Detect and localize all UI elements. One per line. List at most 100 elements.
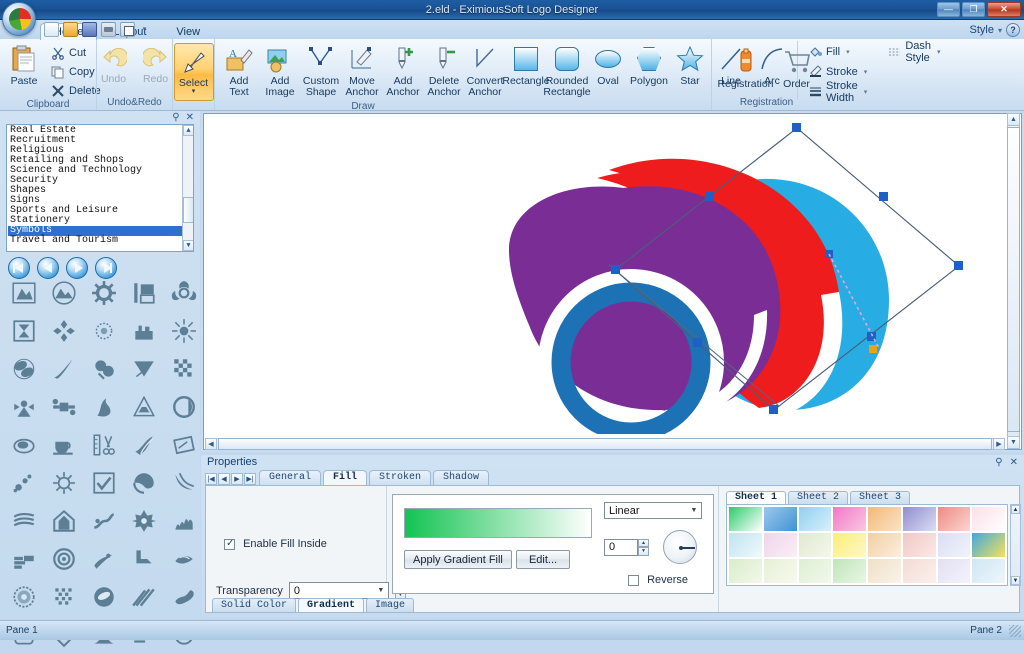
symbol-item[interactable]: [164, 388, 204, 426]
symbol-item[interactable]: [164, 426, 204, 464]
select-tool-button[interactable]: Select ▾: [173, 43, 214, 101]
palette-scrollbar[interactable]: ▲ ▼: [1010, 504, 1021, 586]
tab-solid-color[interactable]: Solid Color: [212, 598, 297, 612]
stroke-width-caret-icon[interactable]: ▾: [864, 88, 868, 96]
symbol-item[interactable]: [4, 312, 44, 350]
symbol-grid[interactable]: [0, 271, 200, 648]
next-record-button[interactable]: ▶: [231, 473, 243, 485]
symbol-item[interactable]: [4, 578, 44, 616]
symbol-item[interactable]: [44, 350, 84, 388]
maximize-button[interactable]: ❐: [962, 2, 985, 17]
color-swatch[interactable]: [902, 507, 936, 531]
add-text-button[interactable]: A Add Text: [219, 41, 259, 101]
dash-style-caret-icon[interactable]: ▾: [937, 48, 941, 56]
symbol-item[interactable]: [44, 388, 84, 426]
symbol-item[interactable]: [124, 464, 164, 502]
rectangle-button[interactable]: Rectangle: [502, 41, 550, 90]
first-record-button[interactable]: |◀: [205, 473, 217, 485]
symbol-item[interactable]: [124, 578, 164, 616]
tab-sheet-2[interactable]: Sheet 2: [788, 491, 849, 504]
canvas-horizontal-scrollbar[interactable]: ◀ ▶: [205, 438, 1005, 450]
tab-sheet-1[interactable]: Sheet 1: [726, 491, 787, 504]
symbol-item[interactable]: [44, 502, 84, 540]
color-swatch[interactable]: [902, 533, 936, 557]
color-swatch[interactable]: [868, 559, 901, 583]
symbol-item[interactable]: [164, 502, 204, 540]
scroll-down-icon[interactable]: ▼: [183, 240, 193, 251]
symbol-item[interactable]: [4, 502, 44, 540]
color-swatch[interactable]: [937, 507, 971, 531]
drawing-canvas[interactable]: [203, 113, 1022, 450]
print-preview-icon[interactable]: [120, 22, 135, 37]
symbol-item[interactable]: [84, 464, 124, 502]
tab-fill[interactable]: Fill: [323, 470, 368, 485]
color-swatch-grid[interactable]: [726, 504, 1008, 586]
color-swatch[interactable]: [763, 507, 797, 531]
color-swatch[interactable]: [902, 559, 936, 583]
undo-button[interactable]: Undo: [94, 45, 134, 88]
symbol-item[interactable]: [4, 540, 44, 578]
color-swatch[interactable]: [798, 533, 832, 557]
color-swatch[interactable]: [868, 533, 901, 557]
oval-button[interactable]: Oval: [588, 41, 628, 90]
symbol-item[interactable]: [124, 312, 164, 350]
convert-anchor-button[interactable]: Convert Anchor: [465, 41, 505, 101]
symbol-item[interactable]: [84, 502, 124, 540]
symbol-item[interactable]: [44, 426, 84, 464]
chevron-down-icon[interactable]: ▼: [374, 587, 388, 594]
scroll-left-icon[interactable]: ◀: [205, 438, 217, 450]
hscroll-thumb[interactable]: [218, 438, 992, 450]
quick-access-more-button[interactable]: ▾: [139, 23, 150, 37]
color-swatch[interactable]: [729, 559, 762, 583]
close-button[interactable]: ✕: [987, 2, 1021, 17]
tab-view[interactable]: View: [162, 23, 214, 40]
symbol-item[interactable]: [124, 388, 164, 426]
tab-stroken[interactable]: Stroken: [369, 470, 432, 485]
symbol-item[interactable]: [84, 426, 124, 464]
fill-caret-icon[interactable]: ▾: [846, 48, 850, 56]
registration-button[interactable]: Registration: [717, 44, 775, 93]
application-orb-button[interactable]: [2, 2, 36, 36]
tab-gradient[interactable]: Gradient: [298, 598, 365, 612]
symbol-item[interactable]: [4, 426, 44, 464]
symbol-item[interactable]: [164, 540, 204, 578]
resize-grip-icon[interactable]: [1009, 625, 1021, 637]
select-caret[interactable]: ▾: [192, 88, 196, 95]
symbol-item[interactable]: [84, 350, 124, 388]
close-icon[interactable]: ✕: [1010, 457, 1018, 468]
symbol-item[interactable]: [164, 274, 204, 312]
symbol-item[interactable]: [84, 388, 124, 426]
canvas-vertical-scrollbar[interactable]: ▲ ▼: [1007, 113, 1020, 449]
scroll-right-icon[interactable]: ▶: [993, 438, 1005, 450]
polygon-button[interactable]: Polygon: [629, 41, 669, 90]
symbol-item[interactable]: [44, 578, 84, 616]
save-icon[interactable]: [82, 22, 97, 37]
scroll-up-icon[interactable]: ▲: [183, 125, 193, 136]
close-icon[interactable]: ✕: [186, 112, 194, 123]
star-button[interactable]: Star: [670, 41, 710, 90]
symbol-item[interactable]: [124, 426, 164, 464]
symbol-item[interactable]: [84, 274, 124, 312]
enable-fill-checkbox[interactable]: [224, 538, 235, 550]
last-record-button[interactable]: ▶|: [244, 473, 256, 485]
scroll-up-icon[interactable]: ▲: [1007, 113, 1020, 126]
color-swatch[interactable]: [798, 507, 832, 531]
scroll-up-icon[interactable]: ▲: [1011, 505, 1020, 514]
stroke-caret-icon[interactable]: ▾: [864, 68, 868, 76]
delete-anchor-button[interactable]: Delete Anchor: [424, 41, 464, 101]
color-swatch[interactable]: [833, 533, 866, 557]
color-swatch[interactable]: [798, 559, 832, 583]
gradient-angle-dial[interactable]: [663, 530, 697, 564]
chevron-down-icon[interactable]: ▾: [998, 26, 1002, 35]
color-swatch[interactable]: [763, 559, 797, 583]
color-swatch[interactable]: [937, 533, 971, 557]
color-swatch[interactable]: [972, 507, 1005, 531]
tab-shadow[interactable]: Shadow: [433, 470, 490, 485]
symbol-item[interactable]: [4, 274, 44, 312]
color-swatch[interactable]: [937, 559, 971, 583]
print-icon[interactable]: [101, 22, 116, 37]
tab-sheet-3[interactable]: Sheet 3: [850, 491, 911, 504]
symbol-item[interactable]: [4, 464, 44, 502]
logo-artwork[interactable]: [204, 114, 1004, 434]
symbol-item[interactable]: [124, 502, 164, 540]
